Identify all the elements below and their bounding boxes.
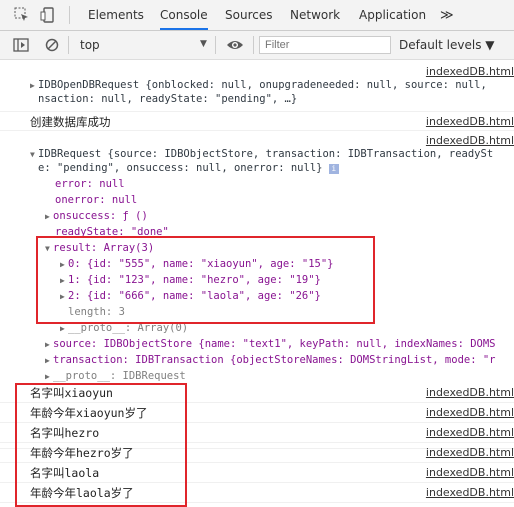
- divider: [215, 36, 216, 54]
- highlight-box-output: [15, 383, 187, 507]
- log-text: 创建数据库成功: [30, 115, 111, 129]
- source-link[interactable]: indexedDB.html: [426, 466, 514, 479]
- tab-application[interactable]: Application: [359, 0, 426, 30]
- log-entry: indexedDB.html ▶ IDBOpenDBRequest {onbloc…: [0, 60, 514, 112]
- prop-onsuccess: onsuccess: ƒ (): [53, 210, 148, 222]
- prop-error: error: null: [55, 178, 125, 190]
- tab-elements[interactable]: Elements: [88, 0, 144, 30]
- live-expression-eye-icon[interactable]: [226, 36, 244, 54]
- source-link[interactable]: indexedDB.html: [426, 65, 514, 78]
- devtools-tabbar: Elements Console Sources Network Applica…: [0, 0, 514, 31]
- collapse-triangle-icon[interactable]: ▼: [30, 150, 38, 159]
- inspect-element-icon[interactable]: [13, 6, 31, 24]
- divider: [69, 6, 70, 24]
- source-link[interactable]: indexedDB.html: [426, 134, 514, 147]
- source-link[interactable]: indexedDB.html: [426, 426, 514, 439]
- source-link[interactable]: indexedDB.html: [426, 386, 514, 399]
- prop-proto-request: __proto__: IDBRequest: [53, 370, 186, 382]
- more-tabs-icon[interactable]: ≫: [440, 0, 454, 30]
- console-toolbar: top ▼ Default levels ▼: [0, 31, 514, 60]
- source-link[interactable]: indexedDB.html: [426, 446, 514, 459]
- context-select[interactable]: top: [80, 38, 100, 52]
- source-link[interactable]: indexedDB.html: [426, 115, 514, 128]
- tab-sources[interactable]: Sources: [225, 0, 272, 30]
- prop-transaction: transaction: IDBTransaction {objectStore…: [53, 354, 496, 366]
- log-text: nsaction: null, readyState: "pending", ……: [38, 93, 298, 105]
- source-link[interactable]: indexedDB.html: [426, 486, 514, 499]
- tab-console[interactable]: Console: [160, 0, 208, 30]
- highlight-box-result: [36, 236, 375, 324]
- log-text[interactable]: IDBOpenDBRequest {onblocked: null, onupg…: [38, 79, 487, 91]
- expand-triangle-icon[interactable]: ▶: [45, 212, 53, 221]
- log-text: e: "pending", onsuccess: null, onerror: …: [38, 162, 323, 174]
- sidebar-toggle-icon[interactable]: [12, 36, 30, 54]
- expand-triangle-icon[interactable]: ▶: [45, 356, 53, 365]
- device-toolbar-icon[interactable]: [40, 6, 58, 24]
- divider: [253, 36, 254, 54]
- log-entry: indexedDB.html 创建数据库成功: [0, 112, 514, 131]
- filter-input[interactable]: [259, 36, 391, 54]
- chevron-down-icon[interactable]: ▼: [200, 39, 207, 49]
- source-link[interactable]: indexedDB.html: [426, 406, 514, 419]
- clear-console-icon[interactable]: [43, 36, 61, 54]
- expand-triangle-icon[interactable]: ▶: [45, 372, 53, 381]
- tab-network[interactable]: Network: [290, 0, 340, 30]
- prop-onerror: onerror: null: [55, 194, 138, 206]
- info-icon[interactable]: i: [328, 164, 339, 174]
- expand-triangle-icon[interactable]: ▶: [30, 81, 38, 90]
- prop-source: source: IDBObjectStore {name: "text1", k…: [53, 338, 496, 350]
- expand-triangle-icon[interactable]: ▶: [60, 324, 68, 333]
- expand-triangle-icon[interactable]: ▶: [45, 340, 53, 349]
- log-levels-select[interactable]: Default levels ▼: [399, 38, 495, 52]
- divider: [68, 36, 69, 54]
- log-text[interactable]: IDBRequest {source: IDBObjectStore, tran…: [38, 148, 493, 160]
